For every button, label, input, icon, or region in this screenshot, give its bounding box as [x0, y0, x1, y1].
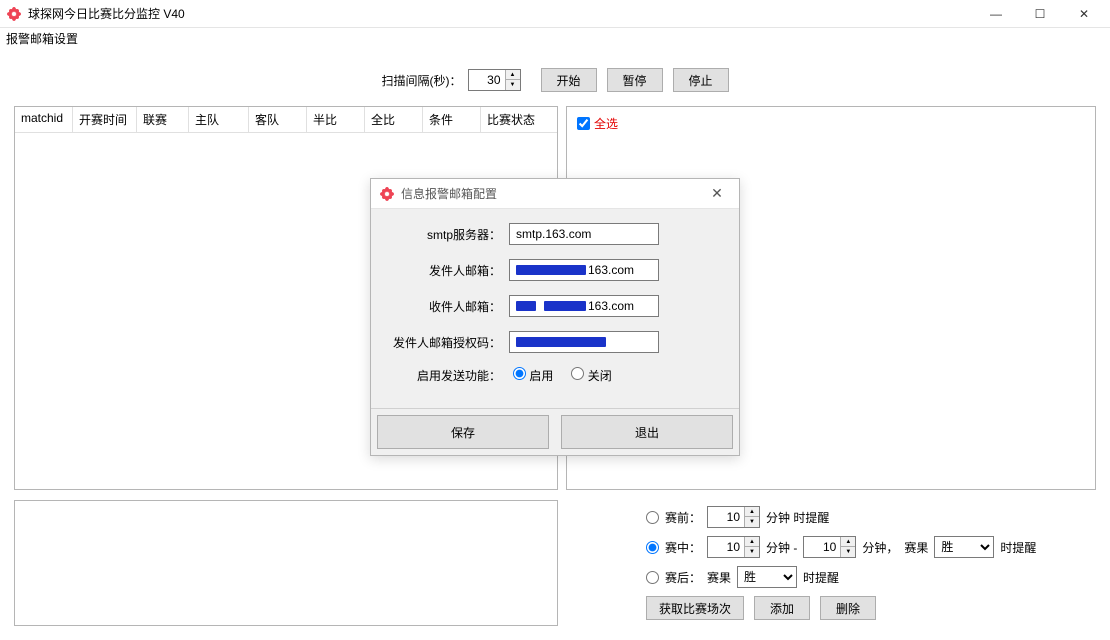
exit-button[interactable]: 退出 — [561, 415, 733, 449]
spin-up-icon[interactable]: ▲ — [841, 537, 855, 547]
during-match-row: 赛中： ▲▼ 分钟 - ▲▼ 分钟， 赛果 胜 时提醒 — [566, 536, 1096, 558]
spin-up-icon[interactable]: ▲ — [506, 70, 520, 80]
close-button[interactable]: ✕ — [1062, 0, 1106, 28]
th-matchid[interactable]: matchid — [15, 107, 73, 132]
th-league[interactable]: 联赛 — [137, 107, 189, 132]
during-unit2: 分钟， — [862, 539, 898, 556]
maximize-button[interactable]: ☐ — [1018, 0, 1062, 28]
scan-interval-input[interactable] — [469, 70, 505, 90]
scan-interval-label: 扫描间隔(秒)： — [382, 72, 462, 89]
before-label: 赛前： — [665, 509, 701, 526]
dialog-close-button[interactable]: ✕ — [703, 185, 731, 202]
pause-button[interactable]: 暂停 — [607, 68, 663, 92]
during-unit1: 分钟 - — [766, 539, 797, 556]
dialog-buttons: 保存 退出 — [371, 408, 739, 455]
save-button[interactable]: 保存 — [377, 415, 549, 449]
smtp-row: smtp服务器： — [389, 223, 721, 245]
during-remind: 时提醒 — [1000, 539, 1036, 556]
spin-arrows[interactable]: ▲ ▼ — [505, 70, 520, 90]
scan-interval-group: 扫描间隔(秒)： ▲ ▼ — [382, 69, 521, 91]
spin-down-icon[interactable]: ▼ — [745, 547, 759, 557]
enable-row: 启用发送功能： 启用 关闭 — [389, 367, 721, 384]
auth-row: 发件人邮箱授权码： — [389, 331, 721, 353]
auth-input[interactable] — [509, 331, 659, 353]
recipient-label: 收件人邮箱： — [389, 298, 509, 315]
th-home[interactable]: 主队 — [189, 107, 249, 132]
title-bar: 球探网今日比赛比分监控 V40 — ☐ ✕ — [0, 0, 1110, 28]
sender-input[interactable]: 163.com — [509, 259, 659, 281]
after-match-row: 赛后： 赛果 胜 时提醒 — [566, 566, 1096, 588]
dialog-title: 信息报警邮箱配置 — [401, 185, 703, 202]
dialog-body: smtp服务器： 发件人邮箱： 163.com 收件人邮箱： 163.com 发… — [371, 209, 739, 408]
after-remind: 时提醒 — [803, 569, 839, 586]
recipient-row: 收件人邮箱： 163.com — [389, 295, 721, 317]
before-unit: 分钟 时提醒 — [766, 509, 829, 526]
toolbar: 扫描间隔(秒)： ▲ ▼ 开始 暂停 停止 — [0, 50, 1110, 106]
window-title: 球探网今日比赛比分监控 V40 — [28, 5, 974, 22]
spin-down-icon[interactable]: ▼ — [841, 547, 855, 557]
th-full[interactable]: 全比 — [365, 107, 423, 132]
after-result-select[interactable]: 胜 — [737, 566, 797, 588]
start-button[interactable]: 开始 — [541, 68, 597, 92]
spin-down-icon[interactable]: ▼ — [506, 80, 520, 90]
spin-down-icon[interactable]: ▼ — [745, 517, 759, 527]
smtp-label: smtp服务器： — [389, 226, 509, 243]
dialog-icon — [379, 186, 395, 202]
after-result-label: 赛果 — [707, 569, 731, 586]
fetch-matches-button[interactable]: 获取比赛场次 — [646, 596, 744, 620]
dialog-titlebar: 信息报警邮箱配置 ✕ — [371, 179, 739, 209]
add-button[interactable]: 添加 — [754, 596, 810, 620]
th-condition[interactable]: 条件 — [423, 107, 481, 132]
spin-up-icon[interactable]: ▲ — [745, 537, 759, 547]
menu-bar: 报警邮箱设置 — [0, 28, 1110, 50]
redacted-icon — [516, 265, 586, 275]
before-value[interactable] — [708, 507, 744, 527]
redacted-icon — [516, 301, 536, 311]
during-to-spinbox[interactable]: ▲▼ — [803, 536, 856, 558]
app-icon — [6, 6, 22, 22]
during-radio[interactable] — [646, 541, 659, 554]
during-result-select[interactable]: 胜 — [934, 536, 994, 558]
menu-email-settings[interactable]: 报警邮箱设置 — [6, 32, 78, 46]
table-header-row: matchid 开赛时间 联赛 主队 客队 半比 全比 条件 比赛状态 — [15, 107, 557, 133]
scan-interval-spinbox[interactable]: ▲ ▼ — [468, 69, 521, 91]
th-half[interactable]: 半比 — [307, 107, 365, 132]
minimize-button[interactable]: — — [974, 0, 1018, 28]
control-buttons: 开始 暂停 停止 — [541, 68, 729, 92]
enable-on-radio[interactable]: 启用 — [513, 367, 553, 384]
th-away[interactable]: 客队 — [249, 107, 307, 132]
during-to-value[interactable] — [804, 537, 840, 557]
enable-off-radio[interactable]: 关闭 — [571, 367, 611, 384]
th-status[interactable]: 比赛状态 — [481, 107, 557, 132]
select-all-input[interactable] — [577, 117, 590, 130]
redacted-icon — [516, 337, 606, 347]
sender-label: 发件人邮箱： — [389, 262, 509, 279]
before-spinbox[interactable]: ▲▼ — [707, 506, 760, 528]
alert-buttons: 获取比赛场次 添加 删除 — [566, 596, 1096, 620]
stop-button[interactable]: 停止 — [673, 68, 729, 92]
delete-button[interactable]: 删除 — [820, 596, 876, 620]
recipient-input[interactable]: 163.com — [509, 295, 659, 317]
bottom-area: 赛前： ▲▼ 分钟 时提醒 赛中： ▲▼ 分钟 - ▲▼ 分钟， 赛果 胜 — [0, 490, 1110, 626]
spin-up-icon[interactable]: ▲ — [745, 507, 759, 517]
after-label: 赛后： — [665, 569, 701, 586]
before-match-row: 赛前： ▲▼ 分钟 时提醒 — [566, 506, 1096, 528]
select-all-checkbox[interactable]: 全选 — [577, 115, 618, 132]
smtp-input[interactable] — [509, 223, 659, 245]
sender-row: 发件人邮箱： 163.com — [389, 259, 721, 281]
after-radio[interactable] — [646, 571, 659, 584]
during-result-label: 赛果 — [904, 539, 928, 556]
redacted-icon — [544, 301, 586, 311]
during-label: 赛中： — [665, 539, 701, 556]
auth-label: 发件人邮箱授权码： — [389, 334, 509, 351]
during-from-spinbox[interactable]: ▲▼ — [707, 536, 760, 558]
enable-label: 启用发送功能： — [389, 367, 509, 384]
log-panel — [14, 500, 558, 626]
during-from-value[interactable] — [708, 537, 744, 557]
before-radio[interactable] — [646, 511, 659, 524]
select-all-label: 全选 — [594, 115, 618, 132]
th-starttime[interactable]: 开赛时间 — [73, 107, 137, 132]
alert-settings: 赛前： ▲▼ 分钟 时提醒 赛中： ▲▼ 分钟 - ▲▼ 分钟， 赛果 胜 — [566, 500, 1096, 626]
email-config-dialog: 信息报警邮箱配置 ✕ smtp服务器： 发件人邮箱： 163.com 收件人邮箱… — [370, 178, 740, 456]
